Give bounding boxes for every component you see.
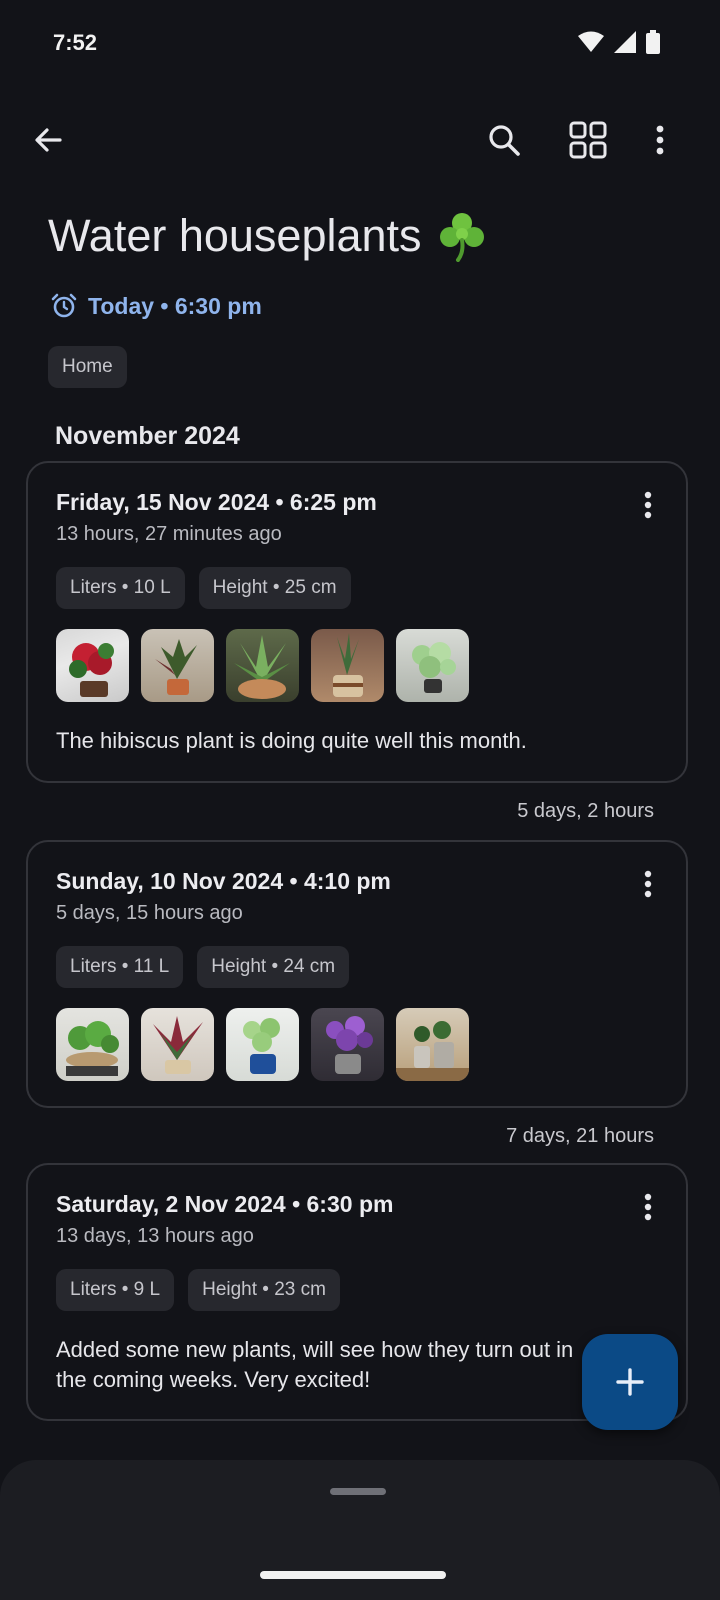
entry-note-line: the coming weeks. Very excited!: [56, 1367, 371, 1392]
plant-photo[interactable]: [226, 1008, 299, 1081]
reminder-text: Today • 6:30 pm: [88, 292, 262, 319]
height-chip[interactable]: Height • 24 cm: [197, 946, 350, 988]
entry-measurements: Liters • 9 L Height • 23 cm: [56, 1269, 340, 1311]
plant-photo[interactable]: [141, 629, 214, 702]
back-button[interactable]: [20, 112, 76, 168]
status-icons: [578, 30, 660, 54]
entry-menu-button[interactable]: [630, 485, 666, 525]
top-app-bar: [0, 108, 720, 180]
search-icon: [489, 125, 520, 156]
liters-chip[interactable]: Liters • 9 L: [56, 1269, 175, 1311]
entry-menu-button[interactable]: [630, 1187, 666, 1227]
time-gap-label: 7 days, 21 hours: [506, 1125, 654, 1147]
entry-note-line: Added some new plants, will see how they…: [56, 1337, 574, 1362]
time-gap-label: 5 days, 2 hours: [517, 800, 654, 822]
add-entry-fab[interactable]: [582, 1334, 678, 1430]
height-chip[interactable]: Height • 25 cm: [198, 567, 351, 609]
more-vert-icon: [644, 1193, 652, 1221]
plant-photo[interactable]: [311, 629, 384, 702]
drag-handle[interactable]: [330, 1488, 386, 1495]
reminder-row[interactable]: Today • 6:30 pm: [50, 292, 262, 320]
entry-note: Added some new plants, will see how they…: [56, 1335, 656, 1395]
more-vert-icon: [644, 870, 652, 898]
plus-icon: [616, 1368, 644, 1396]
entry-photos: [56, 1008, 469, 1081]
entry-relative-time: 5 days, 15 hours ago: [56, 902, 243, 924]
tag-chip-home[interactable]: Home: [48, 346, 127, 388]
entry-card[interactable]: Sunday, 10 Nov 2024 • 4:10 pm 5 days, 15…: [26, 840, 688, 1108]
entry-relative-time: 13 days, 13 hours ago: [56, 1225, 254, 1247]
alarm-icon: [51, 293, 77, 318]
overflow-menu-button[interactable]: [632, 112, 688, 168]
entry-measurements: Liters • 11 L Height • 24 cm: [56, 946, 350, 988]
shamrock-icon: [439, 213, 484, 262]
plant-photo[interactable]: [56, 629, 129, 702]
entry-relative-time: 13 hours, 27 minutes ago: [56, 523, 282, 545]
plant-photo[interactable]: [56, 1008, 129, 1081]
more-vert-icon: [656, 125, 664, 155]
entry-menu-button[interactable]: [630, 864, 666, 904]
status-time: 7:52: [53, 30, 98, 55]
plant-photo[interactable]: [226, 629, 299, 702]
arrow-back-icon: [35, 128, 62, 152]
plant-photo[interactable]: [311, 1008, 384, 1081]
entry-date: Sunday, 10 Nov 2024 • 4:10 pm: [56, 868, 391, 894]
search-button[interactable]: [476, 112, 532, 168]
entry-measurements: Liters • 10 L Height • 25 cm: [56, 567, 351, 609]
signal-icon: [614, 31, 636, 53]
liters-chip[interactable]: Liters • 11 L: [56, 946, 184, 988]
month-heading: November 2024: [55, 422, 240, 450]
liters-chip[interactable]: Liters • 10 L: [56, 567, 185, 609]
page-title: Water houseplants: [48, 210, 422, 261]
status-bar: 7:52: [0, 0, 720, 88]
plant-photo[interactable]: [141, 1008, 214, 1081]
battery-icon: [646, 30, 660, 54]
gesture-nav-bar[interactable]: [260, 1571, 446, 1579]
entry-card[interactable]: Friday, 15 Nov 2024 • 6:25 pm 13 hours, …: [26, 461, 688, 783]
wifi-icon: [578, 31, 604, 52]
more-vert-icon: [644, 491, 652, 519]
bottom-sheet[interactable]: [0, 1460, 720, 1600]
plant-photo[interactable]: [396, 629, 469, 702]
layout-button[interactable]: [560, 112, 616, 168]
entry-note: The hibiscus plant is doing quite well t…: [56, 728, 527, 753]
title-row: Water houseplants: [48, 210, 488, 262]
entry-date: Saturday, 2 Nov 2024 • 6:30 pm: [56, 1191, 394, 1217]
grid-view-icon: [569, 121, 607, 159]
plant-photo[interactable]: [396, 1008, 469, 1081]
entry-date: Friday, 15 Nov 2024 • 6:25 pm: [56, 489, 377, 515]
entry-photos: [56, 629, 469, 702]
height-chip[interactable]: Height • 23 cm: [188, 1269, 340, 1311]
